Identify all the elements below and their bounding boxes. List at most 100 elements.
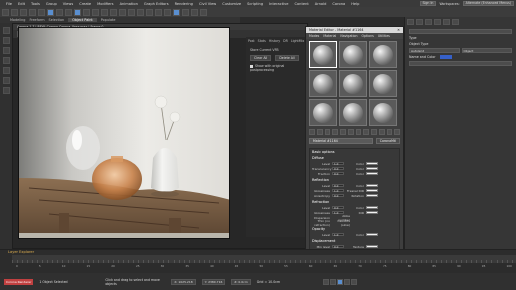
scene-explorer-icon[interactable]: [2, 27, 10, 34]
mirror-icon[interactable]: [128, 8, 135, 16]
object-color-swatch[interactable]: [439, 55, 452, 59]
mat-menu-item[interactable]: Navigation: [340, 34, 357, 38]
camera-icon[interactable]: [2, 67, 10, 74]
menu-item[interactable]: Rendering: [175, 2, 193, 6]
filter-icon[interactable]: [2, 37, 10, 44]
menu-item[interactable]: Group: [46, 2, 57, 6]
unique-icon[interactable]: [347, 129, 354, 135]
rfw-side-tab[interactable]: History: [269, 39, 280, 43]
copy-icon[interactable]: [340, 129, 346, 135]
light-icon[interactable]: [2, 57, 10, 64]
show-original-option[interactable]: Show with original postprocessing: [250, 64, 304, 72]
material-type-button[interactable]: CoronaMtl: [375, 138, 400, 144]
go-end-icon[interactable]: [350, 278, 357, 285]
play-icon[interactable]: [336, 278, 343, 285]
x-coordinate[interactable]: X: 1025.218: [171, 278, 196, 285]
redo-icon[interactable]: [11, 8, 18, 16]
mat-menu-item[interactable]: Modes: [309, 34, 319, 38]
select-by-name-icon[interactable]: [56, 8, 63, 16]
layer-explorer-label[interactable]: Layer Explorer: [8, 250, 34, 254]
move-icon[interactable]: [74, 8, 81, 16]
snap-icon[interactable]: [101, 8, 108, 16]
show-map-icon[interactable]: [371, 129, 377, 135]
material-slot[interactable]: [339, 41, 367, 68]
menu-item[interactable]: Edit: [18, 2, 25, 6]
menu-item[interactable]: Modifiers: [97, 2, 113, 6]
y-coordinate[interactable]: Y: 2380.716: [201, 278, 226, 285]
render-icon[interactable]: [200, 8, 207, 16]
corona-status[interactable]: Corona Renderer: [4, 278, 34, 285]
color-swatch[interactable]: [366, 188, 378, 193]
material-name-field[interactable]: Material #1164: [309, 138, 373, 144]
mat-menu-item[interactable]: Material: [323, 34, 336, 38]
param-value[interactable]: 0.0: [332, 244, 344, 249]
reset-icon[interactable]: [332, 129, 338, 135]
delete-all-button[interactable]: Delete All: [275, 55, 299, 61]
param-value[interactable]: 0.0: [332, 171, 344, 176]
basic-options-rollout[interactable]: Basic options Diffuse Level 1.0 Color Transl…: [309, 148, 400, 256]
render-setup-icon[interactable]: [182, 8, 189, 16]
display-icon[interactable]: [2, 47, 10, 54]
param-value[interactable]: Caustics (slow): [332, 219, 350, 227]
workspace-select[interactable]: Alternate (Enhanced Menus): [462, 1, 514, 6]
render-frame-icon[interactable]: [191, 8, 198, 16]
menu-item[interactable]: Arnold: [315, 2, 327, 6]
param-value[interactable]: 1.0: [332, 232, 344, 237]
rfw-side-tab[interactable]: Post: [248, 39, 255, 43]
menu-item[interactable]: Interactive: [269, 2, 288, 6]
menu-item[interactable]: Help: [351, 2, 359, 6]
material-slot[interactable]: [369, 99, 397, 126]
get-material-icon[interactable]: [309, 129, 315, 135]
mat-menu-item[interactable]: Options: [362, 34, 374, 38]
mat-menu-item[interactable]: Utilities: [378, 34, 390, 38]
space-warp-icon[interactable]: [2, 87, 10, 94]
link-icon[interactable]: [20, 8, 27, 16]
color-swatch[interactable]: [366, 161, 378, 166]
material-slot[interactable]: [309, 41, 337, 68]
z-coordinate[interactable]: Z: 0.0cm: [231, 278, 251, 285]
color-swatch[interactable]: [366, 193, 378, 198]
clear-all-button[interactable]: Clear All: [250, 55, 272, 61]
param-value[interactable]: 0.0: [332, 166, 344, 171]
category-dropdown[interactable]: [409, 29, 512, 34]
modify-icon[interactable]: [416, 19, 423, 25]
next-frame-icon[interactable]: [343, 278, 350, 285]
helper-icon[interactable]: [2, 77, 10, 84]
angle-snap-icon[interactable]: [110, 8, 117, 16]
param-value[interactable]: 0.0: [332, 205, 344, 210]
autogrid-checkbox[interactable]: AutoGrid: [409, 48, 460, 53]
menu-item[interactable]: Civil View: [199, 2, 216, 6]
menu-item[interactable]: Views: [63, 2, 73, 6]
library-icon[interactable]: [355, 129, 362, 135]
material-slot[interactable]: [339, 99, 367, 126]
motion-icon[interactable]: [434, 19, 441, 25]
material-slot[interactable]: [309, 70, 337, 97]
color-swatch[interactable]: [366, 232, 378, 237]
menu-item[interactable]: Content: [294, 2, 308, 6]
menu-item[interactable]: File: [6, 2, 12, 6]
ribbon-tab[interactable]: Selection: [49, 18, 65, 22]
unlink-icon[interactable]: [29, 8, 36, 16]
color-swatch[interactable]: [366, 205, 378, 210]
go-sibling-icon[interactable]: [394, 129, 400, 135]
rfw-side-tab[interactable]: DR: [283, 39, 288, 43]
param-value[interactable]: 0.0: [332, 193, 344, 198]
go-parent-icon[interactable]: [386, 129, 393, 135]
menu-item[interactable]: Create: [79, 2, 91, 6]
hierarchy-icon[interactable]: [425, 19, 432, 25]
sign-in-button[interactable]: Sign In: [419, 1, 437, 6]
material-editor-icon[interactable]: [173, 8, 180, 16]
close-icon[interactable]: ✕: [397, 28, 400, 32]
menu-item[interactable]: Corona: [332, 2, 345, 6]
curve-editor-icon[interactable]: [155, 8, 162, 16]
rect-select-icon[interactable]: [65, 8, 72, 16]
menu-item[interactable]: Graph Editors: [144, 2, 169, 6]
param-value[interactable]: 1.0: [332, 188, 344, 193]
assign-icon[interactable]: [324, 129, 331, 135]
rfw-side-tab[interactable]: LightMix: [291, 39, 304, 43]
param-value[interactable]: 0.0: [332, 183, 344, 188]
bind-icon[interactable]: [38, 8, 45, 16]
menu-item[interactable]: Tools: [31, 2, 40, 6]
timeline[interactable]: [12, 255, 516, 263]
align-icon[interactable]: [137, 8, 144, 16]
